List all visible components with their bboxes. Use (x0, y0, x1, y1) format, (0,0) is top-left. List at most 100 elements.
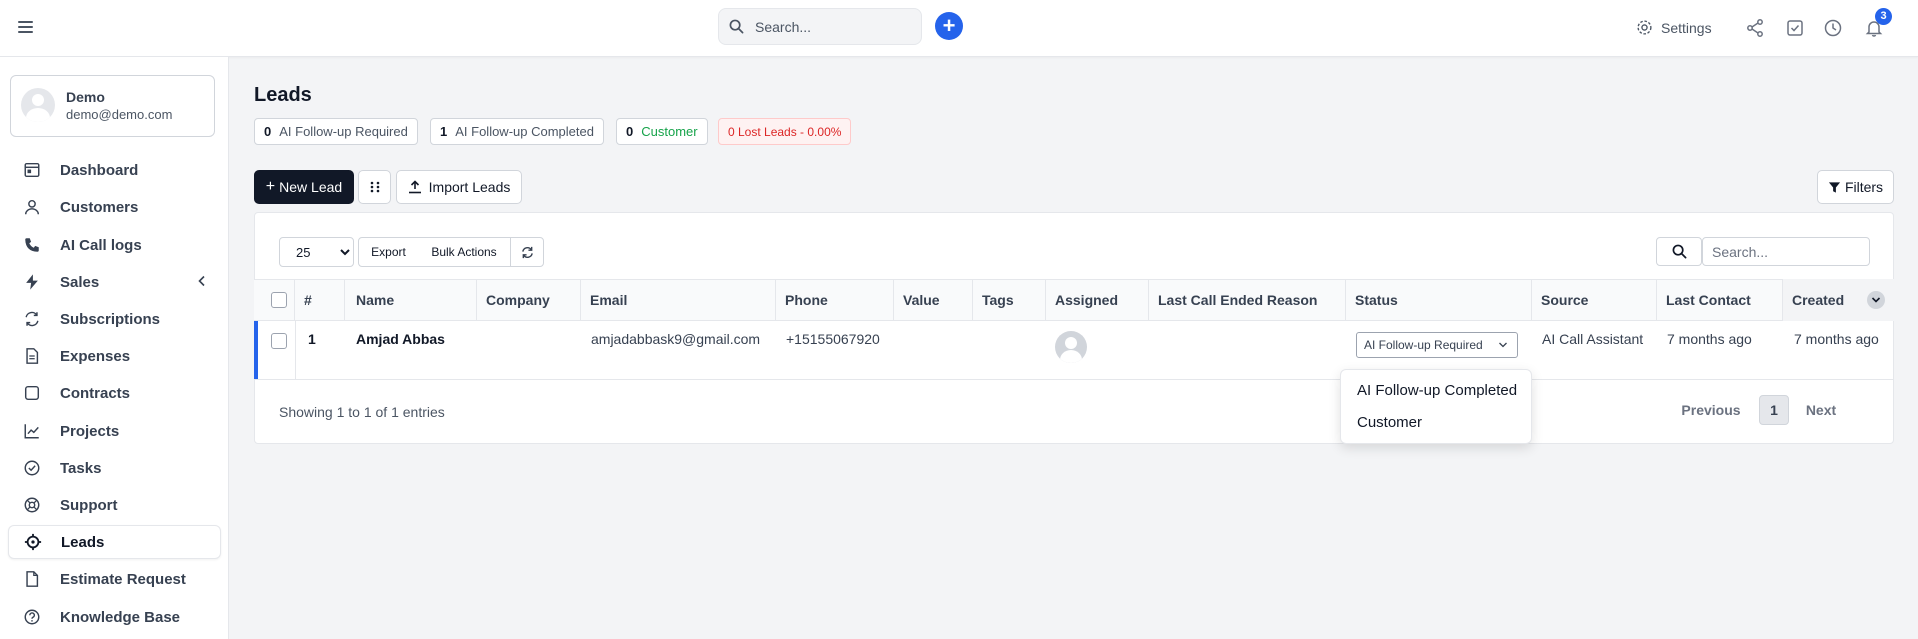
new-lead-label: New Lead (279, 179, 343, 195)
column-header-assigned[interactable]: Assigned (1046, 279, 1149, 321)
lead-name-link[interactable]: Amjad Abbas (356, 331, 445, 347)
profile-email: demo@demo.com (66, 107, 173, 122)
status-chip-ai-follow-up-required[interactable]: 0 AI Follow-up Required (254, 118, 418, 145)
sidebar-item-label: Leads (61, 533, 105, 551)
global-search-input[interactable] (755, 17, 915, 37)
sidebar-item-label: Sales (60, 273, 100, 291)
search-icon (729, 19, 744, 34)
status-select[interactable]: AI Follow-up Required (1356, 332, 1518, 358)
row-divider (295, 321, 296, 379)
clock-icon[interactable] (1823, 18, 1843, 38)
assigned-avatar[interactable] (1055, 331, 1087, 363)
sidebar-item-expenses[interactable]: Expenses (8, 339, 221, 373)
table-search-button[interactable] (1656, 237, 1702, 266)
user-profile-card[interactable]: Demo demo@demo.com (10, 75, 215, 137)
reload-button[interactable] (510, 237, 544, 267)
table-search-input[interactable] (1702, 237, 1870, 266)
share-icon[interactable] (1745, 18, 1765, 38)
crosshair-icon (23, 532, 43, 552)
bulk-actions-button[interactable]: Bulk Actions (418, 237, 511, 267)
chip-count: 0 (264, 124, 272, 139)
next-page-button[interactable]: Next (1800, 395, 1842, 425)
sidebar-item-projects[interactable]: Projects (8, 414, 221, 448)
checkbox-icon[interactable] (1785, 18, 1805, 38)
page-title: Leads (254, 84, 312, 106)
status-option-ai-follow-up-completed[interactable]: AI Follow-up Completed (1357, 382, 1517, 399)
page-1-button[interactable]: 1 (1759, 395, 1789, 425)
sidebar-item-tasks[interactable]: Tasks (8, 451, 221, 485)
sidebar-item-label: Dashboard (60, 161, 139, 179)
dashboard-icon (22, 160, 42, 180)
column-header-number[interactable]: # (295, 279, 345, 321)
question-circle-icon (22, 607, 42, 627)
column-header-tags[interactable]: Tags (973, 279, 1046, 321)
import-leads-label: Import Leads (428, 179, 511, 195)
row-id: 1 (308, 331, 316, 347)
sidebar-item-support[interactable]: Support (8, 488, 221, 522)
status-option-customer[interactable]: Customer (1357, 414, 1422, 431)
phone-icon (22, 235, 42, 255)
previous-page-button[interactable]: Previous (1674, 395, 1748, 425)
sidebar-item-ai-call-logs[interactable]: AI Call logs (8, 228, 221, 262)
plus-icon: + (265, 178, 276, 195)
status-dropdown-menu: AI Follow-up Completed Customer (1340, 369, 1532, 444)
chip-count: 0 (626, 124, 634, 139)
row-email[interactable]: amjadabbask9@gmail.com (591, 331, 760, 347)
sidebar-item-contracts[interactable]: Contracts (8, 376, 221, 410)
row-divider (254, 379, 1894, 380)
menu-icon[interactable] (18, 18, 36, 36)
column-header-email[interactable]: Email (581, 279, 776, 321)
lifebuoy-icon (22, 495, 42, 515)
check-circle-icon (22, 458, 42, 478)
column-header-last-call-ended-reason[interactable]: Last Call Ended Reason (1149, 279, 1346, 321)
column-header-value[interactable]: Value (894, 279, 973, 321)
row-phone[interactable]: +15155067920 (786, 331, 880, 347)
sidebar-item-knowledge-base[interactable]: Knowledge Base (8, 600, 221, 634)
row-checkbox[interactable] (271, 333, 287, 349)
settings-button[interactable]: Settings (1636, 19, 1712, 36)
sidebar-item-label: Knowledge Base (60, 608, 181, 626)
entries-info: Showing 1 to 1 of 1 entries (279, 404, 445, 420)
new-lead-button[interactable]: + New Lead (254, 170, 354, 204)
top-bar: + Settings 3 (0, 0, 1918, 57)
filters-button[interactable]: Filters (1817, 170, 1894, 204)
sort-toggle[interactable] (1867, 291, 1885, 309)
global-search[interactable] (718, 8, 922, 45)
filters-label: Filters (1844, 179, 1884, 195)
column-header-phone[interactable]: Phone (776, 279, 894, 321)
select-all-checkbox[interactable] (271, 292, 287, 308)
sidebar-item-subscriptions[interactable]: Subscriptions (8, 302, 221, 336)
row-last-contact: 7 months ago (1667, 331, 1752, 347)
import-leads-button[interactable]: Import Leads (396, 170, 522, 204)
sidebar-item-customers[interactable]: Customers (8, 190, 221, 224)
column-header-last-contact[interactable]: Last Contact (1657, 279, 1783, 321)
status-select-value: AI Follow-up Required (1364, 338, 1483, 352)
column-header-company[interactable]: Company (477, 279, 581, 321)
sidebar-item-label: Support (60, 496, 118, 514)
sidebar-item-sales[interactable]: Sales (8, 265, 221, 299)
export-button[interactable]: Export (358, 237, 419, 267)
status-chip-ai-follow-up-completed[interactable]: 1 AI Follow-up Completed (430, 118, 604, 145)
sidebar-item-dashboard[interactable]: Dashboard (8, 153, 221, 187)
lost-leads-chip[interactable]: 0 Lost Leads - 0.00% (718, 118, 852, 145)
bolt-icon (22, 272, 42, 292)
page-length-select[interactable]: 25 (279, 237, 354, 267)
chevron-left-icon[interactable] (197, 275, 207, 287)
sidebar-item-label: Estimate Request (60, 570, 186, 588)
document-icon (22, 346, 42, 366)
chip-label: AI Follow-up Completed (455, 124, 594, 139)
sidebar-item-label: Subscriptions (60, 310, 161, 328)
column-header-status[interactable]: Status (1346, 279, 1532, 321)
quick-create-button[interactable]: + (935, 12, 963, 40)
sidebar-item-leads[interactable]: Leads (8, 525, 221, 559)
chip-label: AI Follow-up Required (279, 124, 408, 139)
column-header-source[interactable]: Source (1532, 279, 1657, 321)
refresh-icon (22, 309, 42, 329)
settings-label: Settings (1661, 19, 1712, 36)
kanban-view-button[interactable] (358, 170, 391, 204)
sidebar-item-estimate-request[interactable]: Estimate Request (8, 562, 221, 596)
sidebar-item-label: Projects (60, 422, 120, 440)
status-chip-customer[interactable]: 0 Customer (616, 118, 708, 145)
column-header-name[interactable]: Name (347, 279, 477, 321)
gear-icon (1637, 20, 1652, 35)
